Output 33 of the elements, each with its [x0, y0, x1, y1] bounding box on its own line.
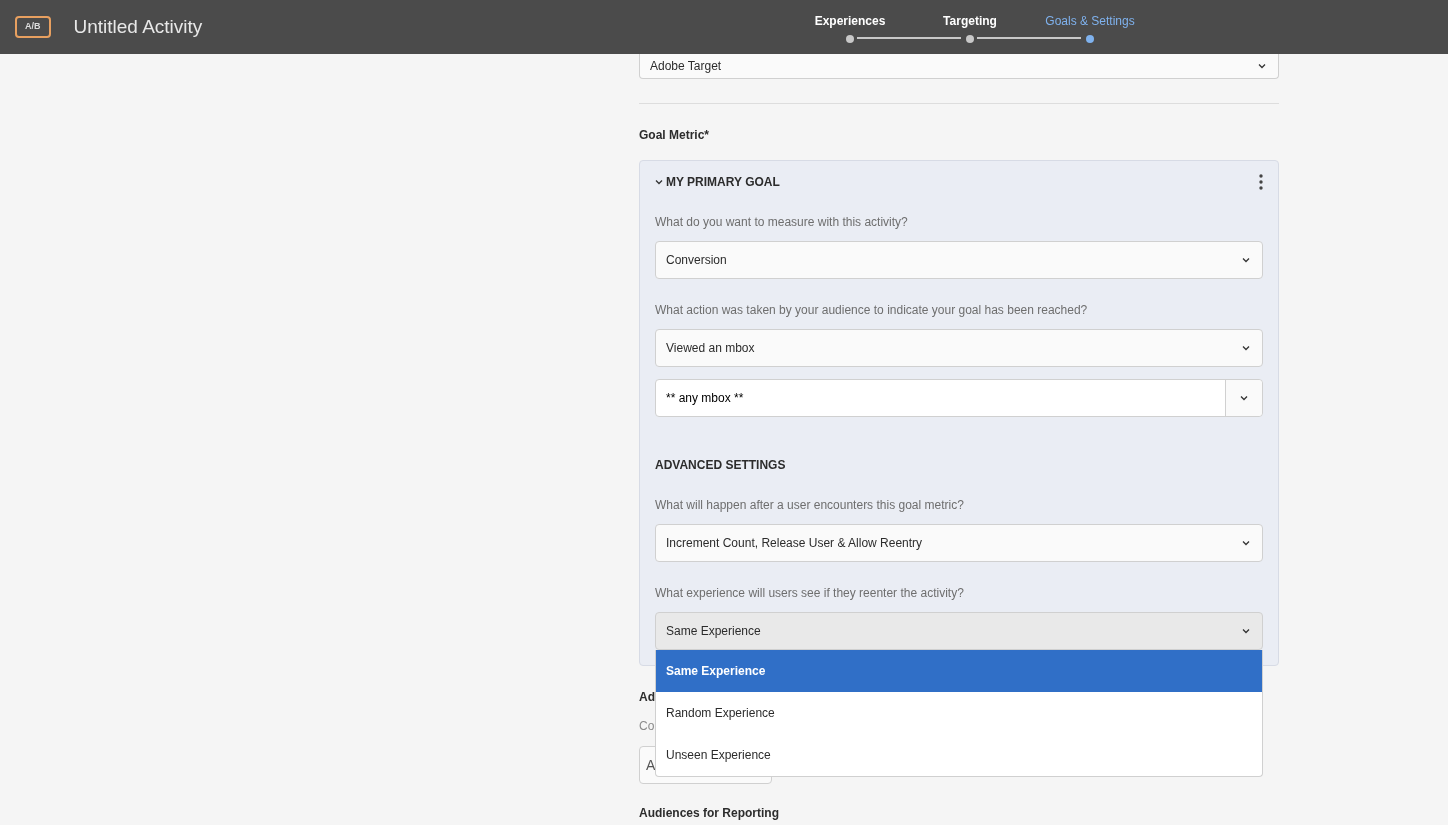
step-dot [1086, 35, 1094, 43]
dropdown-select[interactable]: Conversion [655, 241, 1263, 279]
step-tab[interactable]: Goals & Settings [1045, 12, 1135, 30]
section-heading: ADVANCED SETTINGS [655, 457, 787, 474]
chevron-down-icon [1242, 628, 1250, 634]
step-tab[interactable]: Experiences [814, 12, 886, 30]
dropdown-select[interactable]: Viewed an mbox [655, 329, 1263, 367]
dropdown-select[interactable]: Increment Count, Release User & Allow Reentry [655, 524, 1263, 562]
dropdown-option[interactable]: Same Experience [656, 650, 1262, 692]
activity-title: Untitled Activity [73, 14, 203, 39]
dropdown-option[interactable]: Random Experience [656, 692, 1262, 734]
chevron-down-icon [1240, 395, 1248, 401]
chevron-down-icon [1258, 63, 1266, 69]
hint-text: Co [639, 718, 656, 735]
field-label: What will happen after a user encounters this goal metric? [655, 497, 965, 514]
section-heading: Goal Metric* [639, 127, 711, 144]
step-dot [846, 35, 854, 43]
field-label: What do you want to measure with this activity? [655, 214, 909, 231]
dropdown-option[interactable]: Unseen Experience [656, 734, 1262, 776]
chevron-down-icon [1242, 345, 1250, 351]
section-heading: Audiences for Reporting [639, 805, 780, 822]
reporting-source-select[interactable]: Adobe Target [639, 54, 1279, 79]
section-heading: Ad [639, 689, 656, 706]
more-icon[interactable] [1259, 174, 1263, 190]
step-dot [966, 35, 974, 43]
field-label: What action was taken by your audience to indicate your goal has been reached? [655, 302, 1089, 319]
step-tab[interactable]: Targeting [943, 12, 997, 30]
chevron-down-icon [1242, 540, 1250, 546]
goal-toggle[interactable]: MY PRIMARY GOAL [655, 173, 780, 191]
dropdown-select[interactable]: Same Experience [655, 612, 1263, 650]
field-label: What experience will users see if they reenter the activity? [655, 585, 965, 602]
chevron-down-icon [1242, 257, 1250, 263]
activity-type-badge: A/B [15, 16, 51, 38]
